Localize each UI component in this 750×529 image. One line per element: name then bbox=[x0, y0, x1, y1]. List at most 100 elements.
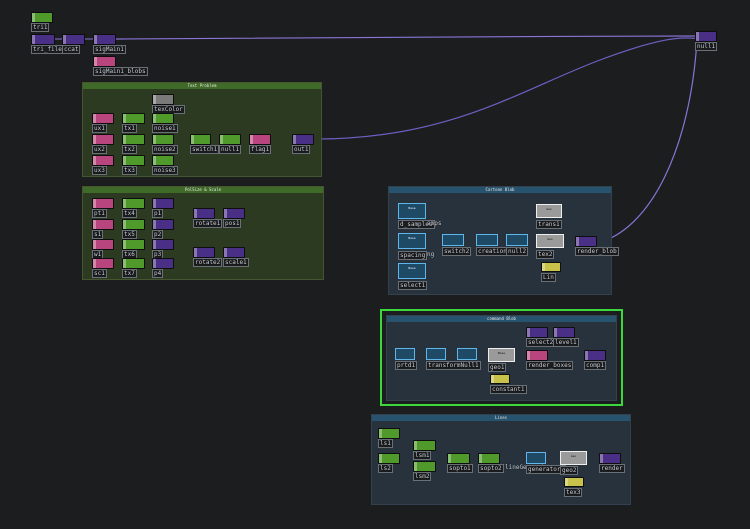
ccat-node[interactable] bbox=[62, 34, 85, 45]
tex-color-node[interactable] bbox=[152, 94, 174, 105]
p1-node[interactable] bbox=[152, 198, 174, 209]
switch2-label: switch2 bbox=[442, 247, 472, 256]
ls2-node[interactable] bbox=[378, 453, 400, 464]
tex2-label: tex2 bbox=[536, 250, 555, 259]
line-node-2[interactable] bbox=[490, 374, 510, 384]
frame-title: Cartoon Blob bbox=[389, 187, 611, 193]
null2-node[interactable] bbox=[506, 234, 528, 246]
pt1-label: pt1 bbox=[92, 209, 107, 218]
sc1-node[interactable] bbox=[92, 258, 114, 269]
lsm1-label: lsm1 bbox=[413, 451, 432, 460]
prtd1-node[interactable] bbox=[395, 348, 415, 360]
transform-null-label: transformNull1 bbox=[426, 361, 481, 370]
lsm1-node[interactable] bbox=[413, 440, 436, 451]
render-boxes-label: render_boxes bbox=[526, 361, 574, 370]
tx6-node[interactable] bbox=[122, 239, 145, 250]
tx1-label: tx1 bbox=[122, 124, 137, 133]
rotate2-node[interactable] bbox=[193, 247, 215, 258]
null1-label: null1 bbox=[219, 145, 242, 154]
null3-node[interactable] bbox=[457, 348, 477, 360]
p4-node[interactable] bbox=[152, 258, 174, 269]
tri-label: tri1 bbox=[31, 23, 50, 32]
null-out-node[interactable] bbox=[695, 31, 717, 42]
noise1-node[interactable] bbox=[152, 113, 174, 124]
sopto1-node[interactable] bbox=[447, 453, 470, 464]
frame-lines[interactable]: Lines bbox=[371, 414, 631, 505]
w1-node[interactable] bbox=[92, 239, 114, 250]
s1-label: s1 bbox=[92, 230, 104, 239]
sig-blobs-node[interactable] bbox=[93, 56, 116, 67]
noise1-label: noise1 bbox=[152, 124, 178, 133]
base-node-1[interactable]: Base bbox=[398, 203, 426, 219]
comp1-node[interactable] bbox=[584, 350, 606, 361]
constant1-label: constant1 bbox=[490, 385, 527, 394]
render-boxes-node[interactable] bbox=[526, 350, 548, 361]
sopto1-label: sopto1 bbox=[447, 464, 473, 473]
frame-text-problem[interactable]: Text Problem bbox=[82, 82, 322, 177]
tx3-node[interactable] bbox=[122, 155, 145, 166]
generator-node[interactable] bbox=[526, 452, 546, 464]
geo-node-2[interactable]: Geo bbox=[536, 234, 564, 248]
creation-null-node[interactable] bbox=[476, 234, 498, 246]
ux1-node[interactable] bbox=[92, 113, 114, 124]
lsm2-node[interactable] bbox=[413, 461, 436, 472]
scale1-node[interactable] bbox=[223, 247, 245, 258]
level1-node[interactable] bbox=[553, 327, 575, 338]
ls1-node[interactable] bbox=[378, 428, 400, 439]
tri-node[interactable] bbox=[31, 12, 53, 23]
select2-node[interactable] bbox=[526, 327, 548, 338]
tri-file-node[interactable] bbox=[31, 34, 55, 45]
tx4-node[interactable] bbox=[122, 198, 145, 209]
prtd1-label: prtd1 bbox=[395, 361, 418, 370]
geo-node-1[interactable]: Geo bbox=[536, 204, 562, 218]
tx2-label: tx2 bbox=[122, 145, 137, 154]
rotate1-node[interactable] bbox=[193, 208, 215, 219]
lsm2-label: lsm2 bbox=[413, 472, 432, 481]
null-out-label: null1 bbox=[695, 42, 718, 51]
rotate1-label: rotate1 bbox=[193, 219, 223, 228]
p4-label: p4 bbox=[152, 269, 164, 278]
line-node-3[interactable] bbox=[564, 477, 584, 487]
noise3-label: noise3 bbox=[152, 166, 178, 175]
render-blob-node[interactable] bbox=[575, 236, 597, 247]
tx5-node[interactable] bbox=[122, 219, 145, 230]
select2-label: select2 bbox=[526, 338, 556, 347]
tx1-node[interactable] bbox=[122, 113, 145, 124]
noise3-node[interactable] bbox=[152, 155, 174, 166]
base-node-3[interactable]: Base bbox=[398, 263, 426, 279]
tx2-node[interactable] bbox=[122, 134, 145, 145]
s1-node[interactable] bbox=[92, 219, 114, 230]
out1-node[interactable] bbox=[292, 134, 314, 145]
pos1-node[interactable] bbox=[223, 208, 245, 219]
pt1-node[interactable] bbox=[92, 198, 114, 209]
geo-node-3[interactable]: Geo bbox=[560, 451, 587, 465]
ux2-node[interactable] bbox=[92, 134, 114, 145]
frame-title: PolSize & Scale bbox=[83, 187, 323, 193]
pos1-label: pos1 bbox=[223, 219, 242, 228]
base-node-text: Base bbox=[408, 266, 416, 270]
null1-node[interactable] bbox=[219, 134, 241, 145]
base-node-text: Base bbox=[408, 206, 416, 210]
line-node-label: Lin bbox=[541, 273, 556, 282]
sopto2-node[interactable] bbox=[478, 453, 500, 464]
sig-main-node[interactable] bbox=[93, 34, 116, 45]
switch2-node[interactable] bbox=[442, 234, 464, 246]
flag1-node[interactable] bbox=[249, 134, 271, 145]
ls2-label: ls2 bbox=[378, 464, 393, 473]
base-node-text: Base bbox=[497, 351, 506, 355]
tx5-label: tx5 bbox=[122, 230, 137, 239]
p2-node[interactable] bbox=[152, 219, 174, 230]
noise2-node[interactable] bbox=[152, 134, 174, 145]
transform-null-node[interactable] bbox=[426, 348, 446, 360]
ux3-node[interactable] bbox=[92, 155, 114, 166]
line-node-1[interactable] bbox=[541, 262, 561, 272]
render-lines-node[interactable] bbox=[599, 453, 621, 464]
base-geo-node[interactable]: Base bbox=[488, 348, 515, 362]
switch1-node[interactable] bbox=[190, 134, 211, 145]
p2-label: p2 bbox=[152, 230, 164, 239]
p1-label: p1 bbox=[152, 209, 164, 218]
base-node-2[interactable]: Base bbox=[398, 233, 426, 249]
level1-label: level1 bbox=[553, 338, 579, 347]
p3-node[interactable] bbox=[152, 239, 174, 250]
tx7-node[interactable] bbox=[122, 258, 145, 269]
